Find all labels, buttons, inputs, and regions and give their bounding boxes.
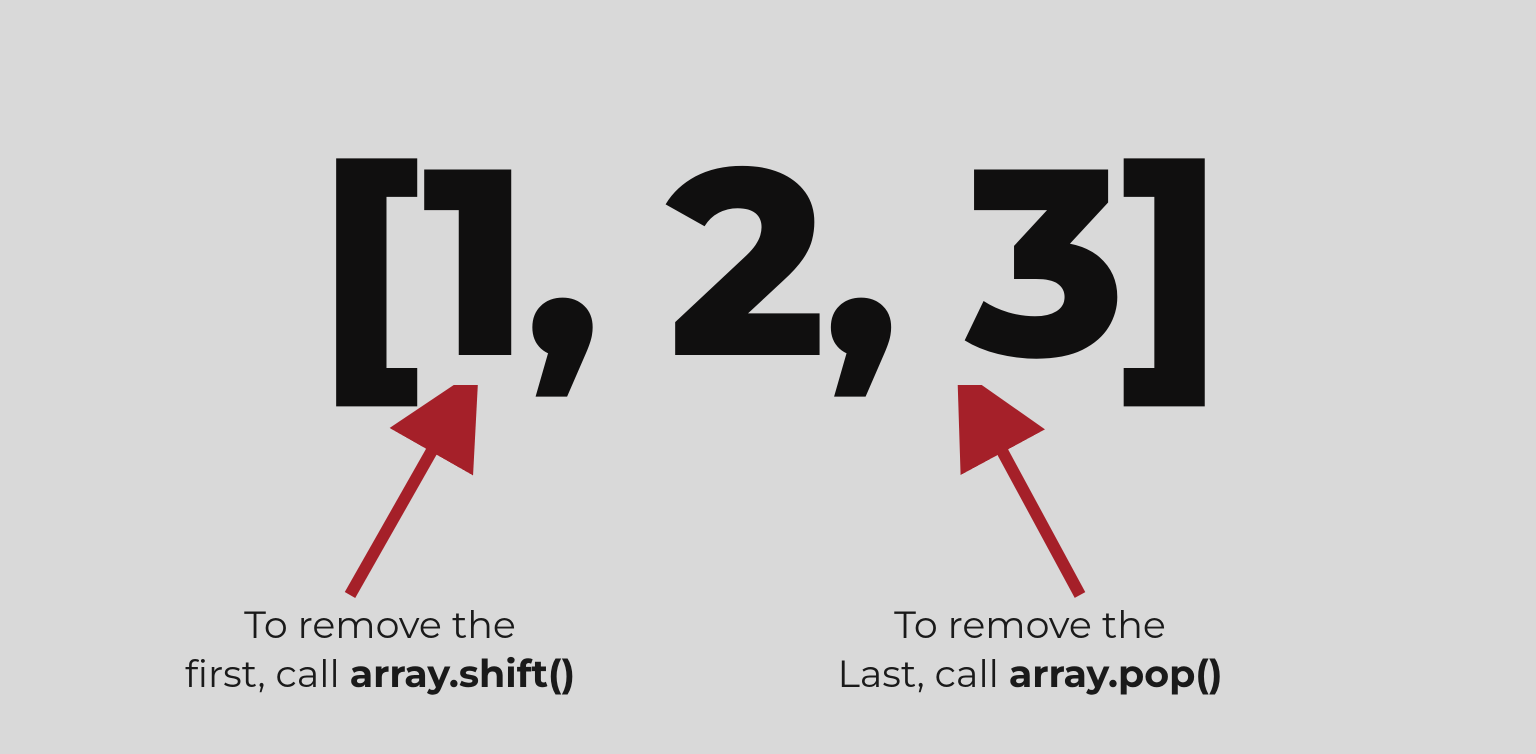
pop-annotation: To remove the Last, call array.pop(): [750, 600, 1310, 699]
shift-annotation-line2-prefix: first, call: [185, 650, 350, 697]
shift-annotation-line1: To remove the: [244, 601, 516, 648]
shift-annotation: To remove the first, call array.shift(): [100, 600, 660, 699]
array-literal: [1, 2, 3]: [318, 98, 1219, 422]
arrow-left: [320, 385, 500, 605]
pop-annotation-line1: To remove the: [894, 601, 1166, 648]
arrow-right: [950, 385, 1110, 605]
pop-annotation-code: array.pop(): [1009, 650, 1223, 697]
shift-annotation-code: array.shift(): [350, 650, 575, 697]
pop-annotation-line2-prefix: Last, call: [837, 650, 1008, 697]
